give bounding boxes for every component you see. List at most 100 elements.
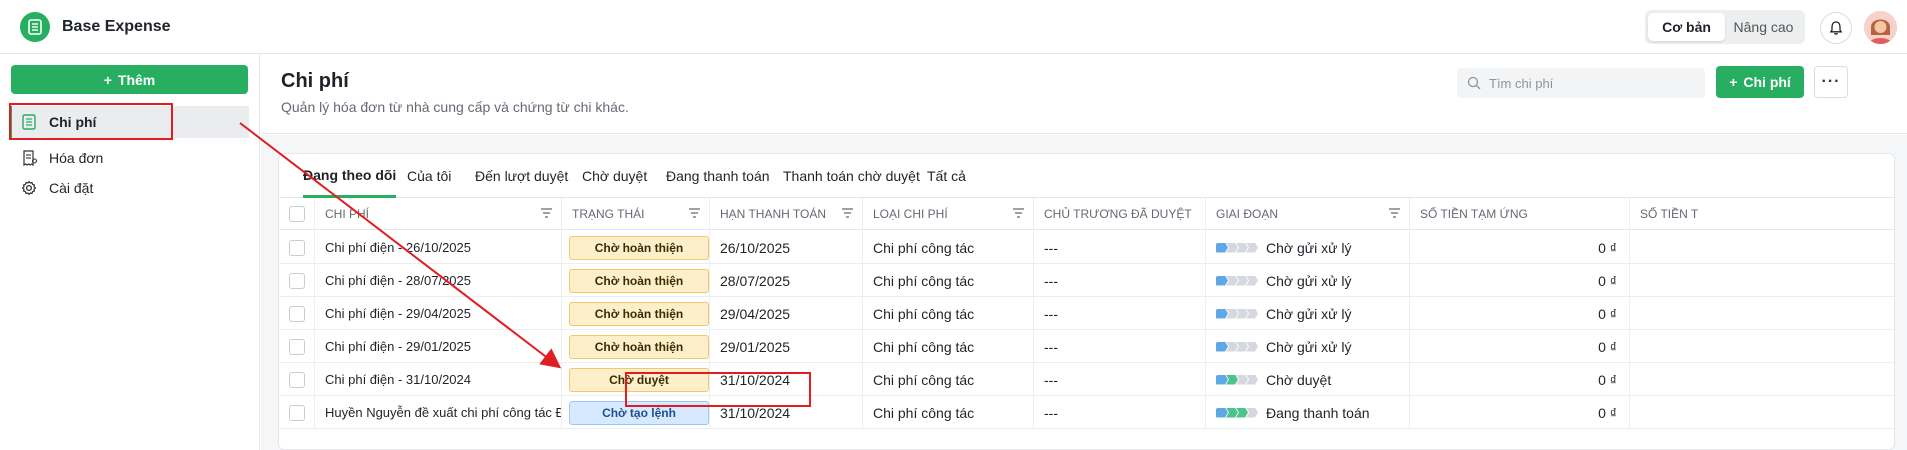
type-cell: Chi phí công tác [863, 264, 1034, 297]
filter-icon[interactable] [540, 207, 553, 219]
column-header-name[interactable]: Chi phí [315, 198, 562, 230]
plus-icon: + [103, 71, 112, 88]
gear-icon [21, 180, 37, 196]
policy-cell: --- [1034, 396, 1206, 429]
tab-my-turn[interactable]: Đến lượt duyệt [475, 154, 568, 198]
row-checkbox[interactable] [288, 239, 305, 256]
stage-label: Đang thanh toán [1266, 404, 1370, 421]
row-checkbox[interactable] [288, 272, 305, 289]
tab-pending-approval[interactable]: Chờ duyệt [582, 154, 647, 198]
tab-following[interactable]: Đang theo dõi [303, 154, 397, 198]
type-cell: Chi phí công tác [863, 297, 1034, 330]
table-header: Chi phí Trạng thái Hạn thanh toán Loại c… [279, 198, 1894, 230]
user-avatar[interactable] [1864, 11, 1897, 44]
filter-icon[interactable] [688, 207, 701, 219]
expense-name-cell[interactable]: Chi phí điện - 29/04/2025 [315, 297, 562, 330]
stage-cell: Chờ gửi xử lý [1206, 231, 1410, 264]
expense-table-card: Đang theo dõi Của tôi Đến lượt duyệt Chờ… [278, 153, 1895, 450]
invoice-icon [21, 150, 37, 166]
tab-paying[interactable]: Đang thanh toán [666, 154, 770, 198]
add-expense-button[interactable]: + Chi phí [1716, 66, 1804, 98]
tab-bar: Đang theo dõi Của tôi Đến lượt duyệt Chờ… [279, 154, 1894, 198]
row-select-cell [279, 363, 315, 396]
status-cell: Chờ hoàn thiện [562, 231, 710, 264]
search-box[interactable] [1457, 68, 1705, 98]
row-checkbox[interactable] [288, 371, 305, 388]
filter-icon[interactable] [841, 207, 854, 219]
page-subtitle: Quản lý hóa đơn từ nhà cung cấp và chứng… [281, 99, 629, 115]
table-row[interactable]: Chi phí điện - 26/10/2025 Chờ hoàn thiện 2… [279, 231, 1894, 264]
row-checkbox[interactable] [288, 305, 305, 322]
plus-icon: + [1729, 74, 1738, 90]
search-input[interactable] [1489, 75, 1689, 91]
mode-basic-button[interactable]: Cơ bản [1648, 13, 1725, 41]
more-options-button[interactable]: ··· [1814, 66, 1848, 98]
column-header-status[interactable]: Trạng thái [562, 198, 710, 230]
tab-all[interactable]: Tất cả [927, 154, 966, 198]
column-header-due[interactable]: Hạn thanh toán [710, 198, 863, 230]
app-logo-icon[interactable] [20, 11, 50, 42]
mode-toggle: Cơ bản Nâng cao [1645, 10, 1805, 44]
column-header-policy[interactable]: Chủ trương đã duyệt [1034, 198, 1206, 230]
column-header-stage[interactable]: Giai đoạn [1206, 198, 1410, 230]
page-title: Chi phí [281, 70, 349, 92]
stage-progress-icon [1216, 242, 1258, 253]
sidebar-item-label: Cài đặt [49, 180, 94, 196]
sidebar-item-invoice[interactable]: Hóa đơn [9, 142, 249, 174]
policy-cell: --- [1034, 264, 1206, 297]
row-select-cell [279, 396, 315, 429]
status-cell: Chờ hoàn thiện [562, 330, 710, 363]
stage-label: Chờ gửi xử lý [1266, 239, 1352, 256]
expense-name-cell[interactable]: Chi phí điện - 26/10/2025 [315, 231, 562, 264]
amount-cell [1630, 297, 1894, 330]
row-select-cell [279, 264, 315, 297]
expense-name-cell[interactable]: Chi phí điện - 28/07/2025 [315, 264, 562, 297]
row-select-cell [279, 231, 315, 264]
mode-advanced-button[interactable]: Nâng cao [1725, 13, 1802, 41]
stage-label: Chờ gửi xử lý [1266, 272, 1352, 289]
sidebar-item-expense[interactable]: Chi phí [9, 106, 249, 138]
table-row[interactable]: Chi phí điện - 29/01/2025 Chờ hoàn thiện 2… [279, 330, 1894, 363]
stage-progress-icon [1216, 308, 1258, 319]
tab-payment-pending[interactable]: Thanh toán chờ duyệt [783, 154, 920, 198]
advance-amount-cell: 0 ₫ [1410, 231, 1630, 264]
column-header-amount[interactable]: Số tiền t [1630, 198, 1894, 230]
filter-icon[interactable] [1388, 207, 1401, 219]
filter-icon[interactable] [1012, 207, 1025, 219]
type-cell: Chi phí công tác [863, 330, 1034, 363]
table-row[interactable]: Chi phí điện - 28/07/2025 Chờ hoàn thiện 2… [279, 264, 1894, 297]
column-header-type[interactable]: Loại chi phí [863, 198, 1034, 230]
policy-cell: --- [1034, 330, 1206, 363]
stage-cell: Chờ gửi xử lý [1206, 330, 1410, 363]
select-all-checkbox[interactable] [288, 206, 305, 222]
status-badge: Chờ duyệt [569, 367, 709, 392]
content-header: Chi phí Quản lý hóa đơn từ nhà cung cấp … [261, 54, 1907, 134]
search-icon [1467, 76, 1481, 90]
row-select-cell [279, 297, 315, 330]
table-row[interactable]: Huyền Nguyễn đề xuất chi phí công tác Đà… [279, 396, 1894, 429]
add-button[interactable]: + Thêm [11, 65, 248, 94]
amount-cell [1630, 363, 1894, 396]
sidebar-item-settings[interactable]: Cài đặt [9, 172, 249, 204]
add-expense-label: Chi phí [1743, 74, 1791, 90]
row-checkbox[interactable] [288, 338, 305, 355]
stage-cell: Chờ gửi xử lý [1206, 264, 1410, 297]
stage-progress-icon [1216, 407, 1258, 418]
column-header-advance[interactable]: Số tiền tạm ứng [1410, 198, 1630, 230]
table-row[interactable]: Chi phí điện - 29/04/2025 Chờ hoàn thiện 2… [279, 297, 1894, 330]
amount-cell [1630, 330, 1894, 363]
notification-bell-icon[interactable] [1820, 12, 1852, 44]
amount-cell [1630, 231, 1894, 264]
expense-name-cell[interactable]: Chi phí điện - 29/01/2025 [315, 330, 562, 363]
add-button-label: Thêm [117, 71, 156, 88]
advance-amount-cell: 0 ₫ [1410, 330, 1630, 363]
expense-name-cell[interactable]: Huyền Nguyễn đề xuất chi phí công tác Đà… [315, 396, 562, 429]
row-checkbox[interactable] [288, 404, 305, 421]
row-select-cell [279, 330, 315, 363]
table-row[interactable]: Chi phí điện - 31/10/2024 Chờ duyệt 31/10/… [279, 363, 1894, 396]
tab-mine[interactable]: Của tôi [407, 154, 451, 198]
policy-cell: --- [1034, 231, 1206, 264]
expense-name-cell[interactable]: Chi phí điện - 31/10/2024 [315, 363, 562, 396]
due-cell: 31/10/2024 [710, 363, 863, 396]
status-badge: Chờ hoàn thiện [569, 235, 709, 260]
